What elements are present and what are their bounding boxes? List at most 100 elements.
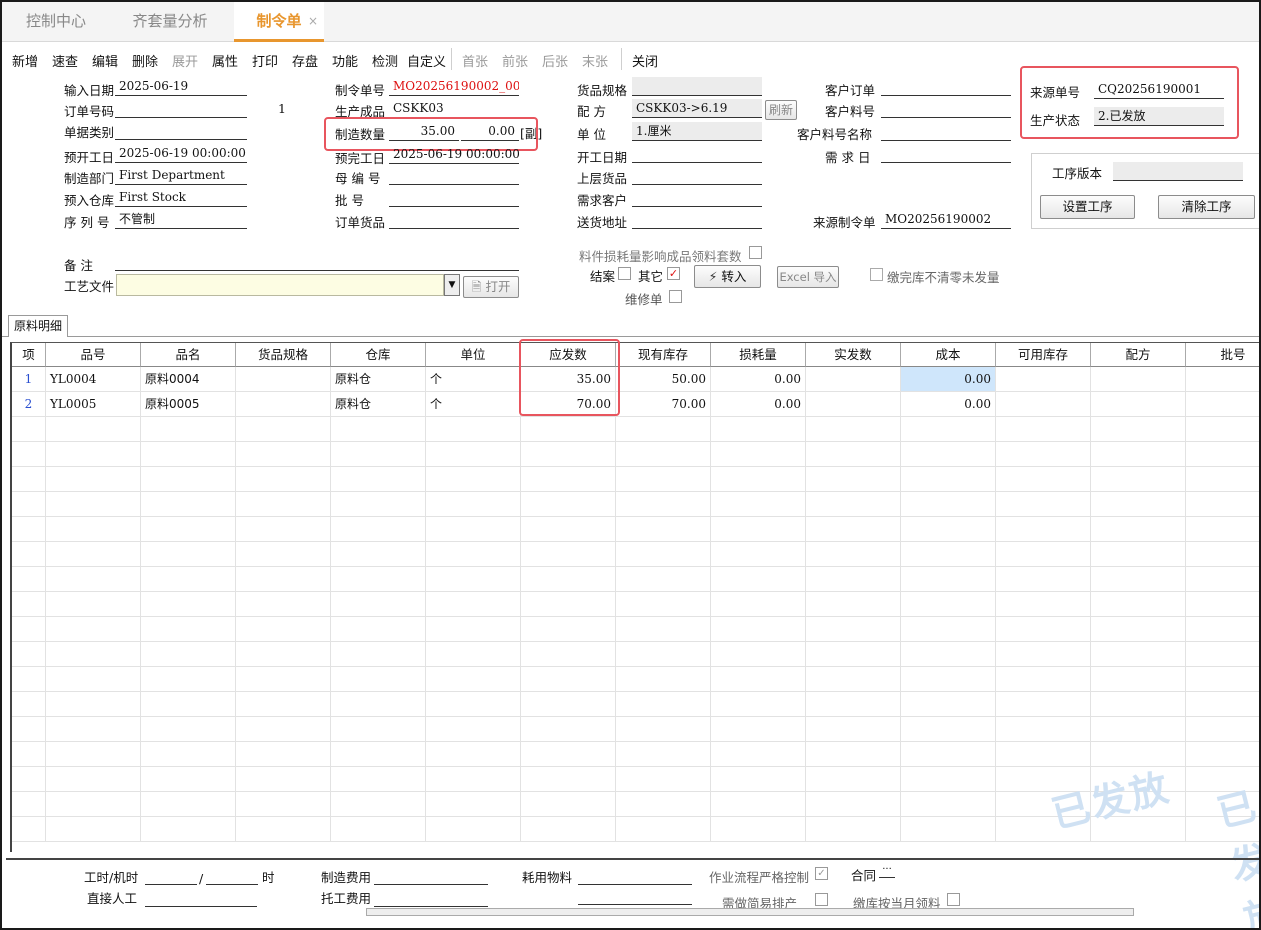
outsource-cost-field[interactable] xyxy=(374,888,488,907)
empty-cell[interactable] xyxy=(1186,417,1259,442)
empty-cell[interactable] xyxy=(426,692,521,717)
empty-cell[interactable] xyxy=(521,767,616,792)
empty-cell[interactable] xyxy=(331,442,426,467)
empty-cell[interactable] xyxy=(521,692,616,717)
empty-cell[interactable] xyxy=(46,592,141,617)
function-button[interactable]: 功能 xyxy=(332,51,358,70)
empty-cell[interactable] xyxy=(521,817,616,842)
table-cell[interactable]: 70.00 xyxy=(616,392,711,417)
empty-cell[interactable] xyxy=(1186,642,1259,667)
empty-cell[interactable] xyxy=(901,742,996,767)
table-cell[interactable] xyxy=(1186,367,1259,392)
empty-cell[interactable] xyxy=(616,492,711,517)
empty-cell[interactable] xyxy=(711,567,806,592)
empty-cell[interactable] xyxy=(12,692,46,717)
empty-cell[interactable] xyxy=(711,442,806,467)
empty-cell[interactable] xyxy=(236,492,331,517)
repair-checkbox[interactable] xyxy=(669,290,682,303)
empty-cell[interactable] xyxy=(46,417,141,442)
empty-cell[interactable] xyxy=(141,667,236,692)
empty-cell[interactable] xyxy=(141,442,236,467)
empty-cell[interactable] xyxy=(711,492,806,517)
empty-cell[interactable] xyxy=(996,442,1091,467)
new-button[interactable]: 新增 xyxy=(12,51,38,70)
expand-button[interactable]: 展开 xyxy=(172,51,198,70)
remark-field[interactable] xyxy=(115,252,519,271)
empty-cell[interactable] xyxy=(236,617,331,642)
empty-cell[interactable] xyxy=(901,442,996,467)
empty-cell[interactable] xyxy=(616,417,711,442)
edit-button[interactable]: 编辑 xyxy=(92,51,118,70)
order-no-field[interactable] xyxy=(115,99,247,118)
ellipsis-icon[interactable]: ··· xyxy=(879,865,895,878)
process-file-field[interactable] xyxy=(116,274,444,296)
empty-cell[interactable] xyxy=(236,567,331,592)
empty-cell[interactable] xyxy=(996,467,1091,492)
strict-flow-checkbox-checked[interactable]: ✓ xyxy=(815,867,828,880)
empty-cell[interactable] xyxy=(806,567,901,592)
monthly-issue-checkbox[interactable] xyxy=(947,893,960,906)
empty-cell[interactable] xyxy=(806,692,901,717)
empty-cell[interactable] xyxy=(711,467,806,492)
empty-cell[interactable] xyxy=(1091,642,1186,667)
spec-field[interactable] xyxy=(632,77,762,96)
first-record-button[interactable]: 首张 xyxy=(462,51,488,70)
empty-cell[interactable] xyxy=(331,517,426,542)
empty-cell[interactable] xyxy=(901,667,996,692)
empty-cell[interactable] xyxy=(331,617,426,642)
empty-cell[interactable] xyxy=(806,642,901,667)
empty-cell[interactable] xyxy=(521,742,616,767)
empty-cell[interactable] xyxy=(901,767,996,792)
empty-cell[interactable] xyxy=(901,692,996,717)
empty-cell[interactable] xyxy=(711,767,806,792)
empty-cell[interactable] xyxy=(711,667,806,692)
empty-cell[interactable] xyxy=(806,592,901,617)
empty-cell[interactable] xyxy=(331,467,426,492)
table-cell[interactable]: 原料0004 xyxy=(141,367,236,392)
empty-cell[interactable] xyxy=(331,642,426,667)
other-checkbox-checked[interactable]: ✓ xyxy=(667,267,680,280)
empty-cell[interactable] xyxy=(521,567,616,592)
unit-field[interactable]: 1.厘米 xyxy=(632,122,762,141)
empty-cell[interactable] xyxy=(46,792,141,817)
empty-cell[interactable] xyxy=(46,667,141,692)
empty-cell[interactable] xyxy=(141,717,236,742)
empty-cell[interactable] xyxy=(901,642,996,667)
empty-cell[interactable] xyxy=(996,567,1091,592)
empty-cell[interactable] xyxy=(616,517,711,542)
loss-affects-checkbox[interactable] xyxy=(749,246,762,259)
empty-cell[interactable] xyxy=(521,717,616,742)
empty-cell[interactable] xyxy=(1186,692,1259,717)
serial-field[interactable]: 不管制 xyxy=(115,210,247,229)
empty-cell[interactable] xyxy=(426,817,521,842)
empty-cell[interactable] xyxy=(46,742,141,767)
empty-cell[interactable] xyxy=(12,467,46,492)
empty-cell[interactable] xyxy=(711,517,806,542)
empty-cell[interactable] xyxy=(806,417,901,442)
empty-cell[interactable] xyxy=(46,642,141,667)
empty-cell[interactable] xyxy=(46,442,141,467)
empty-cell[interactable] xyxy=(236,817,331,842)
empty-cell[interactable] xyxy=(806,467,901,492)
empty-cell[interactable] xyxy=(236,792,331,817)
empty-cell[interactable] xyxy=(806,492,901,517)
empty-cell[interactable] xyxy=(331,742,426,767)
cust-part-field[interactable] xyxy=(881,99,1011,118)
last-record-button[interactable]: 末张 xyxy=(582,51,608,70)
plan-end-field[interactable]: 2025-06-19 00:00:00 xyxy=(389,145,519,164)
empty-cell[interactable] xyxy=(806,792,901,817)
empty-cell[interactable] xyxy=(426,592,521,617)
empty-cell[interactable] xyxy=(1186,742,1259,767)
product-field[interactable]: CSKK03 xyxy=(389,99,519,118)
empty-cell[interactable] xyxy=(1091,492,1186,517)
parent-no-field[interactable] xyxy=(389,166,519,185)
doc-type-field[interactable] xyxy=(115,121,247,140)
tab-control-center[interactable]: 控制中心 xyxy=(2,2,110,42)
table-cell[interactable]: 0.00 xyxy=(711,367,806,392)
empty-cell[interactable] xyxy=(141,517,236,542)
empty-cell[interactable] xyxy=(12,642,46,667)
empty-cell[interactable] xyxy=(12,592,46,617)
set-process-button[interactable]: 设置工序 xyxy=(1040,195,1135,219)
empty-cell[interactable] xyxy=(331,592,426,617)
empty-cell[interactable] xyxy=(46,717,141,742)
